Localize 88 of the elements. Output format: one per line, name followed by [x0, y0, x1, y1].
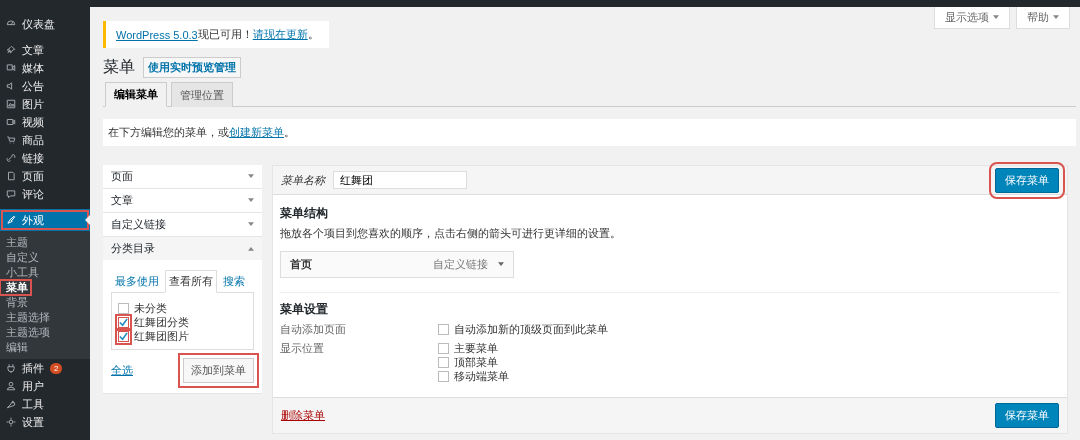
- setting-label: 自动添加页面: [280, 322, 347, 337]
- submenu-item[interactable]: 菜单: [0, 280, 31, 295]
- panel-tab[interactable]: 最多使用: [111, 270, 163, 293]
- section-heading: 菜单设置: [280, 301, 329, 318]
- sidebar-item[interactable]: 页面: [0, 167, 90, 185]
- nav-tab[interactable]: 管理位置: [171, 82, 233, 107]
- section-heading: 菜单结构: [280, 205, 329, 222]
- accordion-header[interactable]: 页面: [103, 165, 262, 188]
- checkbox[interactable]: [438, 342, 449, 354]
- category-label: 未分类: [134, 300, 167, 316]
- sidebar-item[interactable]: 仪表盘: [0, 15, 90, 33]
- caret-icon: [248, 246, 254, 251]
- caret-icon: [248, 198, 254, 203]
- menu-item-bar[interactable]: 首页 自定义链接: [280, 251, 514, 278]
- panel-tab[interactable]: 搜索: [219, 270, 249, 293]
- menu-item-icon: [6, 135, 16, 145]
- category-label: 红舞团分类: [134, 314, 189, 330]
- sidebar-item[interactable]: 文章: [0, 41, 90, 59]
- menu-item-icon: [6, 153, 16, 163]
- menu-name-field[interactable]: 红舞团: [333, 171, 467, 189]
- live-preview-button[interactable]: 使用实时预览管理: [143, 57, 241, 78]
- info-text: 在下方编辑您的菜单，或创建新菜单。: [108, 126, 295, 138]
- update-link[interactable]: 请现在更新: [252, 27, 308, 42]
- sidebar-item[interactable]: 媒体: [0, 59, 90, 77]
- menu-item-type: 自定义链接: [433, 257, 488, 272]
- section-description: 拖放各个项目到您喜欢的顺序，点击右侧的箭头可进行更详细的设置。: [280, 226, 622, 241]
- sidebar-item[interactable]: 视频: [0, 113, 90, 131]
- checkbox[interactable]: [118, 316, 129, 328]
- menu-item-icon: [6, 399, 16, 409]
- version-link[interactable]: WordPress 5.0.3: [116, 28, 198, 41]
- option-label: 顶部菜单: [454, 354, 498, 370]
- submenu-item[interactable]: 主题选项: [0, 325, 53, 340]
- accordion-header[interactable]: 自定义链接: [103, 213, 262, 236]
- create-menu-link[interactable]: 创建新菜单: [229, 126, 284, 138]
- delete-menu-link[interactable]: 删除菜单: [281, 408, 325, 423]
- caret-icon: [248, 222, 254, 227]
- menu-item-icon: [6, 363, 16, 373]
- submenu-item[interactable]: 自定义: [0, 250, 42, 265]
- notice-end: 。: [307, 27, 319, 42]
- menu-item-icon: [6, 45, 16, 55]
- menu-item-title: 首页: [290, 257, 312, 272]
- menu-item-icon: [6, 381, 16, 391]
- menu-name-label: 菜单名称: [281, 172, 325, 188]
- submenu-item[interactable]: 小工具: [0, 265, 42, 280]
- screen-option-tab[interactable]: 显示选项: [934, 7, 1010, 29]
- sidebar-item[interactable]: 工具: [0, 395, 90, 413]
- option-label: 主要菜单: [454, 340, 498, 356]
- menu-item-icon: [6, 99, 16, 109]
- sidebar-item[interactable]: 外观: [0, 209, 90, 231]
- nav-tab[interactable]: 编辑菜单: [105, 82, 167, 107]
- option-label: 移动端菜单: [454, 368, 509, 384]
- checkbox[interactable]: [118, 302, 129, 314]
- select-all-link[interactable]: 全选: [111, 363, 133, 378]
- sidebar-item[interactable]: 用户: [0, 377, 90, 395]
- page-title: 菜单: [103, 57, 135, 77]
- screen-option-tab[interactable]: 帮助: [1016, 7, 1070, 29]
- setting-label: 显示位置: [280, 341, 325, 356]
- sidebar-item[interactable]: 公告: [0, 77, 90, 95]
- category-label: 红舞团图片: [134, 328, 189, 344]
- checkbox[interactable]: [438, 356, 449, 368]
- submenu-item[interactable]: 主题: [0, 235, 31, 250]
- menu-item-icon: [6, 117, 16, 127]
- menu-item-icon: [6, 215, 16, 225]
- menu-item-icon: [6, 417, 16, 427]
- caret-icon: [993, 15, 999, 20]
- submenu-item[interactable]: 背景: [0, 295, 31, 310]
- update-count-badge: 2: [50, 362, 63, 374]
- menu-item-icon: [6, 63, 16, 73]
- option-label: 自动添加新的顶级页面到此菜单: [454, 321, 608, 337]
- sidebar-item[interactable]: 商品: [0, 131, 90, 149]
- save-menu-button[interactable]: 保存菜单: [995, 403, 1059, 428]
- accordion-header[interactable]: 文章: [103, 189, 262, 212]
- caret-icon: [1053, 15, 1059, 20]
- accordion-header[interactable]: 分类目录: [103, 237, 262, 260]
- caret-icon: [248, 174, 254, 179]
- submenu-item[interactable]: 编辑: [0, 340, 31, 355]
- checkbox[interactable]: [438, 370, 449, 382]
- sidebar-item[interactable]: 图片: [0, 95, 90, 113]
- caret-icon[interactable]: [498, 262, 504, 267]
- sidebar-item[interactable]: 插件 2: [0, 359, 90, 377]
- checkbox[interactable]: [438, 323, 449, 335]
- checkbox[interactable]: [118, 330, 129, 342]
- panel-tab[interactable]: 查看所有: [165, 270, 217, 293]
- sidebar-item[interactable]: 评论: [0, 185, 90, 203]
- sidebar-item[interactable]: 设置: [0, 413, 90, 431]
- sidebar-item[interactable]: 链接: [0, 149, 90, 167]
- submenu-item[interactable]: 主题选择: [0, 310, 53, 325]
- notice-text: 现已可用！: [197, 27, 253, 42]
